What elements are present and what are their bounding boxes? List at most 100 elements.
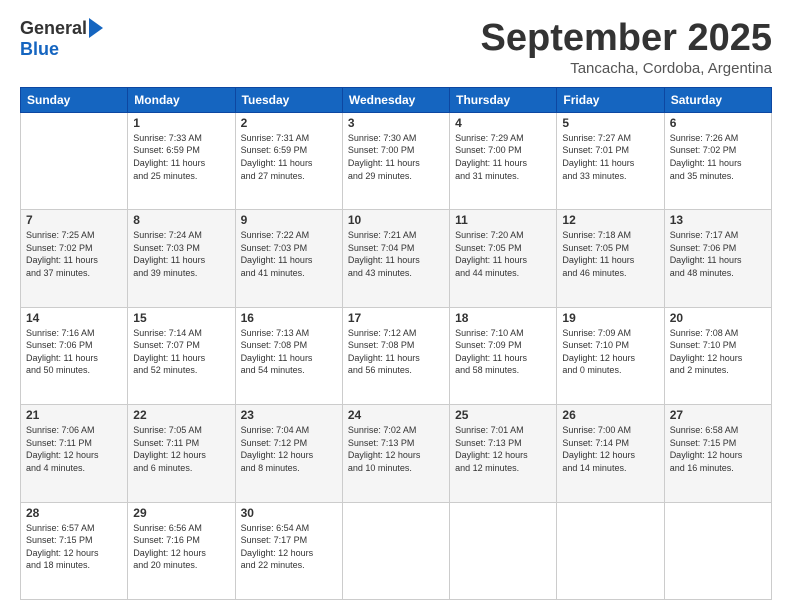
weekday-sunday: Sunday: [21, 87, 128, 112]
calendar-cell: 15 Sunrise: 7:14 AM Sunset: 7:07 PM Dayli…: [128, 307, 235, 404]
day-info: Sunrise: 7:22 AM Sunset: 7:03 PM Dayligh…: [241, 229, 337, 279]
calendar-cell: [664, 502, 771, 599]
day-info: Sunrise: 7:09 AM Sunset: 7:10 PM Dayligh…: [562, 327, 658, 377]
day-number: 13: [670, 213, 766, 227]
weekday-wednesday: Wednesday: [342, 87, 449, 112]
day-info: Sunrise: 7:05 AM Sunset: 7:11 PM Dayligh…: [133, 424, 229, 474]
calendar-cell: 10Sunrise: 7:21 AM Sunset: 7:04 PM Dayli…: [342, 210, 449, 307]
day-number: 17: [348, 311, 444, 325]
day-number: 25: [455, 408, 551, 422]
day-info: Sunrise: 6:57 AM Sunset: 7:15 PM Dayligh…: [26, 522, 122, 572]
day-info: Sunrise: 7:04 AM Sunset: 7:12 PM Dayligh…: [241, 424, 337, 474]
logo-general: General: [20, 18, 87, 39]
week-row-1: 1 Sunrise: 7:33 AM Sunset: 6:59 PM Daylig…: [21, 112, 772, 209]
calendar-cell: 2Sunrise: 7:31 AM Sunset: 6:59 PM Daylig…: [235, 112, 342, 209]
calendar-cell: 1 Sunrise: 7:33 AM Sunset: 6:59 PM Daylig…: [128, 112, 235, 209]
calendar-cell: 16Sunrise: 7:13 AM Sunset: 7:08 PM Dayli…: [235, 307, 342, 404]
weekday-monday: Monday: [128, 87, 235, 112]
day-number: 5: [562, 116, 658, 130]
calendar-cell: [21, 112, 128, 209]
week-row-4: 21 Sunrise: 7:06 AM Sunset: 7:11 PM Dayli…: [21, 405, 772, 502]
week-row-2: 7Sunrise: 7:25 AM Sunset: 7:02 PM Daylig…: [21, 210, 772, 307]
day-number: 4: [455, 116, 551, 130]
day-number: 1: [133, 116, 229, 130]
calendar-cell: 13 Sunrise: 7:17 AM Sunset: 7:06 PM Dayli…: [664, 210, 771, 307]
day-info: Sunrise: 7:16 AM Sunset: 7:06 PM Dayligh…: [26, 327, 122, 377]
week-row-3: 14 Sunrise: 7:16 AM Sunset: 7:06 PM Dayli…: [21, 307, 772, 404]
day-info: Sunrise: 7:06 AM Sunset: 7:11 PM Dayligh…: [26, 424, 122, 474]
calendar-cell: 21 Sunrise: 7:06 AM Sunset: 7:11 PM Dayli…: [21, 405, 128, 502]
subtitle: Tancacha, Cordoba, Argentina: [481, 60, 773, 77]
day-number: 23: [241, 408, 337, 422]
day-info: Sunrise: 7:29 AM Sunset: 7:00 PM Dayligh…: [455, 132, 551, 182]
day-number: 30: [241, 506, 337, 520]
day-number: 6: [670, 116, 766, 130]
day-info: Sunrise: 7:27 AM Sunset: 7:01 PM Dayligh…: [562, 132, 658, 182]
day-info: Sunrise: 7:01 AM Sunset: 7:13 PM Dayligh…: [455, 424, 551, 474]
day-number: 20: [670, 311, 766, 325]
calendar-cell: 3Sunrise: 7:30 AM Sunset: 7:00 PM Daylig…: [342, 112, 449, 209]
day-info: Sunrise: 6:56 AM Sunset: 7:16 PM Dayligh…: [133, 522, 229, 572]
calendar-cell: 17 Sunrise: 7:12 AM Sunset: 7:08 PM Dayli…: [342, 307, 449, 404]
calendar-cell: 7Sunrise: 7:25 AM Sunset: 7:02 PM Daylig…: [21, 210, 128, 307]
day-info: Sunrise: 7:30 AM Sunset: 7:00 PM Dayligh…: [348, 132, 444, 182]
logo-arrow-icon: [89, 18, 103, 38]
day-info: Sunrise: 7:21 AM Sunset: 7:04 PM Dayligh…: [348, 229, 444, 279]
logo: General Blue: [20, 18, 103, 60]
day-info: Sunrise: 7:13 AM Sunset: 7:08 PM Dayligh…: [241, 327, 337, 377]
day-info: Sunrise: 7:31 AM Sunset: 6:59 PM Dayligh…: [241, 132, 337, 182]
calendar-cell: 19 Sunrise: 7:09 AM Sunset: 7:10 PM Dayli…: [557, 307, 664, 404]
day-number: 9: [241, 213, 337, 227]
calendar-cell: 29 Sunrise: 6:56 AM Sunset: 7:16 PM Dayli…: [128, 502, 235, 599]
weekday-header-row: SundayMondayTuesdayWednesdayThursdayFrid…: [21, 87, 772, 112]
day-number: 27: [670, 408, 766, 422]
day-info: Sunrise: 7:17 AM Sunset: 7:06 PM Dayligh…: [670, 229, 766, 279]
day-info: Sunrise: 7:10 AM Sunset: 7:09 PM Dayligh…: [455, 327, 551, 377]
calendar-cell: 24 Sunrise: 7:02 AM Sunset: 7:13 PM Dayli…: [342, 405, 449, 502]
calendar-cell: [450, 502, 557, 599]
calendar-cell: 27Sunrise: 6:58 AM Sunset: 7:15 PM Dayli…: [664, 405, 771, 502]
day-info: Sunrise: 7:18 AM Sunset: 7:05 PM Dayligh…: [562, 229, 658, 279]
calendar-cell: 18 Sunrise: 7:10 AM Sunset: 7:09 PM Dayli…: [450, 307, 557, 404]
calendar-cell: 14 Sunrise: 7:16 AM Sunset: 7:06 PM Dayli…: [21, 307, 128, 404]
day-info: Sunrise: 7:08 AM Sunset: 7:10 PM Dayligh…: [670, 327, 766, 377]
header: General Blue September 2025 Tancacha, Co…: [20, 18, 772, 77]
day-info: Sunrise: 7:20 AM Sunset: 7:05 PM Dayligh…: [455, 229, 551, 279]
calendar: SundayMondayTuesdayWednesdayThursdayFrid…: [20, 87, 772, 600]
day-number: 24: [348, 408, 444, 422]
day-number: 19: [562, 311, 658, 325]
month-title: September 2025: [481, 18, 773, 60]
day-number: 8: [133, 213, 229, 227]
day-number: 29: [133, 506, 229, 520]
weekday-saturday: Saturday: [664, 87, 771, 112]
calendar-cell: [342, 502, 449, 599]
calendar-cell: 25 Sunrise: 7:01 AM Sunset: 7:13 PM Dayli…: [450, 405, 557, 502]
calendar-cell: 12 Sunrise: 7:18 AM Sunset: 7:05 PM Dayli…: [557, 210, 664, 307]
day-number: 14: [26, 311, 122, 325]
calendar-cell: [557, 502, 664, 599]
day-info: Sunrise: 7:12 AM Sunset: 7:08 PM Dayligh…: [348, 327, 444, 377]
weekday-tuesday: Tuesday: [235, 87, 342, 112]
calendar-cell: 11Sunrise: 7:20 AM Sunset: 7:05 PM Dayli…: [450, 210, 557, 307]
day-number: 28: [26, 506, 122, 520]
calendar-cell: 23 Sunrise: 7:04 AM Sunset: 7:12 PM Dayli…: [235, 405, 342, 502]
day-info: Sunrise: 7:14 AM Sunset: 7:07 PM Dayligh…: [133, 327, 229, 377]
day-info: Sunrise: 7:26 AM Sunset: 7:02 PM Dayligh…: [670, 132, 766, 182]
day-number: 15: [133, 311, 229, 325]
calendar-cell: 9 Sunrise: 7:22 AM Sunset: 7:03 PM Daylig…: [235, 210, 342, 307]
calendar-cell: 6 Sunrise: 7:26 AM Sunset: 7:02 PM Daylig…: [664, 112, 771, 209]
day-number: 22: [133, 408, 229, 422]
day-info: Sunrise: 7:02 AM Sunset: 7:13 PM Dayligh…: [348, 424, 444, 474]
day-info: Sunrise: 6:54 AM Sunset: 7:17 PM Dayligh…: [241, 522, 337, 572]
calendar-cell: 26Sunrise: 7:00 AM Sunset: 7:14 PM Dayli…: [557, 405, 664, 502]
day-info: Sunrise: 7:24 AM Sunset: 7:03 PM Dayligh…: [133, 229, 229, 279]
day-number: 12: [562, 213, 658, 227]
day-number: 18: [455, 311, 551, 325]
day-info: Sunrise: 7:33 AM Sunset: 6:59 PM Dayligh…: [133, 132, 229, 182]
calendar-cell: 20 Sunrise: 7:08 AM Sunset: 7:10 PM Dayli…: [664, 307, 771, 404]
day-number: 26: [562, 408, 658, 422]
weekday-thursday: Thursday: [450, 87, 557, 112]
calendar-cell: 28 Sunrise: 6:57 AM Sunset: 7:15 PM Dayli…: [21, 502, 128, 599]
day-number: 21: [26, 408, 122, 422]
day-number: 7: [26, 213, 122, 227]
